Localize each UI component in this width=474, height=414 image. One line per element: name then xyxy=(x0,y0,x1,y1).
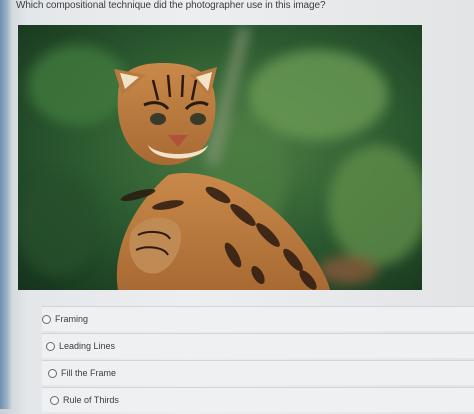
option-label: Framing xyxy=(55,314,89,324)
option-label: Fill the Frame xyxy=(61,368,117,378)
option-rule-of-thirds[interactable]: Rule of Thirds xyxy=(42,387,474,412)
ocelot-photo xyxy=(18,25,422,290)
option-framing[interactable]: Framing xyxy=(42,306,474,331)
option-label: Leading Lines xyxy=(59,341,116,351)
radio-button[interactable] xyxy=(46,341,55,351)
radio-button[interactable] xyxy=(50,395,59,405)
option-fill-the-frame[interactable]: Fill the Frame xyxy=(42,360,474,385)
answer-options: Framing Leading Lines Fill the Frame Rul… xyxy=(42,306,474,414)
option-leading-lines[interactable]: Leading Lines xyxy=(42,333,474,358)
question-text: Which compositional technique did the ph… xyxy=(16,0,326,11)
screen-edge-shadow xyxy=(0,0,12,409)
option-label: Rule of Thirds xyxy=(63,395,119,405)
radio-button[interactable] xyxy=(42,314,51,324)
radio-button[interactable] xyxy=(48,368,57,378)
